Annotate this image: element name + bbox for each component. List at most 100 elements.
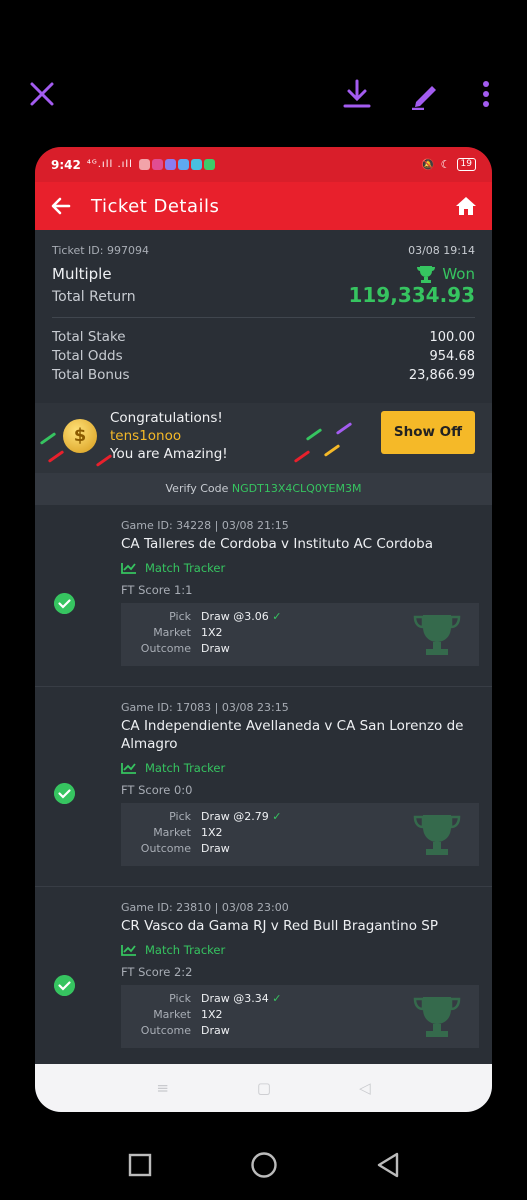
status-text: Won xyxy=(442,265,475,283)
game-id: Game ID: 23810 | 03/08 23:00 xyxy=(121,901,289,914)
signal-icon: ⁴ᴳ.ıll .ıll xyxy=(86,159,133,170)
more-icon[interactable] xyxy=(470,78,502,110)
trophy-watermark-icon xyxy=(413,615,461,655)
congrats-subline: You are Amazing! xyxy=(110,446,228,462)
pick-text: Draw @3.06 xyxy=(201,610,269,623)
ticket-id: Ticket ID: 997094 xyxy=(52,244,149,257)
moon-icon: ☾ xyxy=(440,158,451,171)
market-label: Market xyxy=(153,626,191,639)
pick-label: Pick xyxy=(169,992,191,1005)
back-button-icon[interactable] xyxy=(376,1152,400,1178)
pick-box: Pick Draw @3.06 ✓ Market 1X2 Outcome Dra… xyxy=(121,603,479,666)
app-header: Ticket Details xyxy=(35,182,492,230)
chart-line-icon xyxy=(121,945,136,956)
recents-icon[interactable] xyxy=(128,1153,152,1177)
outcome-value: Draw xyxy=(201,642,230,655)
home-nav-icon[interactable]: ▢ xyxy=(257,1079,271,1097)
mute-icon: 🔕 xyxy=(420,158,435,171)
pick-text: Draw @3.34 xyxy=(201,992,269,1005)
market-value: 1X2 xyxy=(201,1008,223,1021)
pick-value: Draw @3.06 ✓ xyxy=(201,610,281,623)
total-return-label: Total Return xyxy=(52,289,136,305)
congrats-line: Congratulations! xyxy=(110,410,223,426)
game-id: Game ID: 34228 | 03/08 21:15 xyxy=(121,519,289,532)
pick-box: Pick Draw @2.79 ✓ Market 1X2 Outcome Dra… xyxy=(121,803,479,866)
check-circle-icon xyxy=(54,975,75,996)
total-bonus-label: Total Bonus xyxy=(52,367,130,383)
download-icon[interactable] xyxy=(341,78,373,110)
match-tracker-label: Match Tracker xyxy=(145,761,226,775)
notification-icons xyxy=(138,159,215,170)
battery-icon: 19 xyxy=(456,158,476,171)
checkmark-icon: ✓ xyxy=(272,610,282,623)
market-value: 1X2 xyxy=(201,626,223,639)
match-teams: CA Talleres de Cordoba v Instituto AC Co… xyxy=(121,536,434,552)
match-tracker-link[interactable]: Match Tracker xyxy=(121,761,479,775)
congrats-banner: $ Congratulations! tens1onoo You are Ama… xyxy=(35,403,492,473)
check-circle-icon xyxy=(54,593,75,614)
total-odds-label: Total Odds xyxy=(52,348,123,364)
market-label: Market xyxy=(153,826,191,839)
checkmark-icon: ✓ xyxy=(272,992,282,1005)
market-label: Market xyxy=(153,1008,191,1021)
phone-screenshot: 9:42 ⁴ᴳ.ıll .ıll 🔕 ☾ 19 Ticket Details T… xyxy=(35,147,492,1112)
system-nav-bar xyxy=(0,1148,527,1182)
ticket-summary: Ticket ID: 997094 03/08 19:14 Multiple W… xyxy=(35,230,492,473)
total-stake-label: Total Stake xyxy=(52,329,126,345)
ft-score: FT Score 2:2 xyxy=(121,965,193,979)
pick-value: Draw @3.34 ✓ xyxy=(201,992,281,1005)
phone-nav-bar: ≡ ▢ ◁ xyxy=(35,1064,492,1112)
total-stake-value: 100.00 xyxy=(429,330,476,345)
match-tracker-label: Match Tracker xyxy=(145,561,226,575)
outcome-label: Outcome xyxy=(140,1024,191,1037)
home-button-icon[interactable] xyxy=(250,1151,278,1179)
home-icon[interactable] xyxy=(454,194,478,218)
match-teams: CA Independiente Avellaneda v CA San Lor… xyxy=(121,718,464,752)
ft-score: FT Score 0:0 xyxy=(121,783,193,797)
trophy-watermark-icon xyxy=(413,997,461,1037)
match-card: Game ID: 17083 | 03/08 23:15 CA Independ… xyxy=(35,687,492,887)
total-bonus-value: 23,866.99 xyxy=(408,368,475,383)
close-icon[interactable] xyxy=(26,78,58,110)
total-return-value: 119,334.93 xyxy=(348,283,475,307)
menu-icon[interactable]: ≡ xyxy=(156,1079,169,1097)
check-circle-icon xyxy=(54,783,75,804)
verify-label: Verify Code xyxy=(165,482,229,495)
outcome-label: Outcome xyxy=(140,842,191,855)
outcome-value: Draw xyxy=(201,842,230,855)
pick-box: Pick Draw @3.34 ✓ Market 1X2 Outcome Dra… xyxy=(121,985,479,1048)
match-tracker-label: Match Tracker xyxy=(145,943,226,957)
viewer-toolbar xyxy=(0,0,527,140)
back-nav-icon[interactable]: ◁ xyxy=(359,1079,371,1097)
coin-icon: $ xyxy=(63,419,97,453)
back-arrow-icon[interactable] xyxy=(49,194,73,218)
game-id: Game ID: 17083 | 03/08 23:15 xyxy=(121,701,289,714)
edit-icon[interactable] xyxy=(410,78,442,110)
ft-score: FT Score 1:1 xyxy=(121,583,193,597)
pick-value: Draw @2.79 ✓ xyxy=(201,810,281,823)
match-card: Game ID: 34228 | 03/08 21:15 CA Talleres… xyxy=(35,505,492,687)
match-tracker-link[interactable]: Match Tracker xyxy=(121,943,479,957)
trophy-watermark-icon xyxy=(413,815,461,855)
status-bar: 9:42 ⁴ᴳ.ıll .ıll 🔕 ☾ 19 xyxy=(35,147,492,182)
checkmark-icon: ✓ xyxy=(272,810,282,823)
pick-text: Draw @2.79 xyxy=(201,810,269,823)
divider xyxy=(52,317,475,318)
pick-label: Pick xyxy=(169,610,191,623)
verify-code[interactable]: NGDT13X4CLQ0YEM3M xyxy=(232,482,362,495)
chart-line-icon xyxy=(121,763,136,774)
status-time: 9:42 xyxy=(51,157,81,172)
pick-label: Pick xyxy=(169,810,191,823)
verify-code-bar: Verify Code NGDT13X4CLQ0YEM3M xyxy=(35,473,492,505)
show-off-button[interactable]: Show Off xyxy=(381,411,475,454)
match-card: Game ID: 23810 | 03/08 23:00 CR Vasco da… xyxy=(35,887,492,1069)
market-value: 1X2 xyxy=(201,826,223,839)
status-badge: Won xyxy=(416,265,475,283)
outcome-label: Outcome xyxy=(140,642,191,655)
match-tracker-link[interactable]: Match Tracker xyxy=(121,561,479,575)
ticket-date: 03/08 19:14 xyxy=(408,244,475,257)
total-odds-value: 954.68 xyxy=(429,349,476,364)
username: tens1onoo xyxy=(110,428,182,444)
trophy-icon xyxy=(417,266,436,283)
match-teams: CR Vasco da Gama RJ v Red Bull Bragantin… xyxy=(121,918,438,934)
